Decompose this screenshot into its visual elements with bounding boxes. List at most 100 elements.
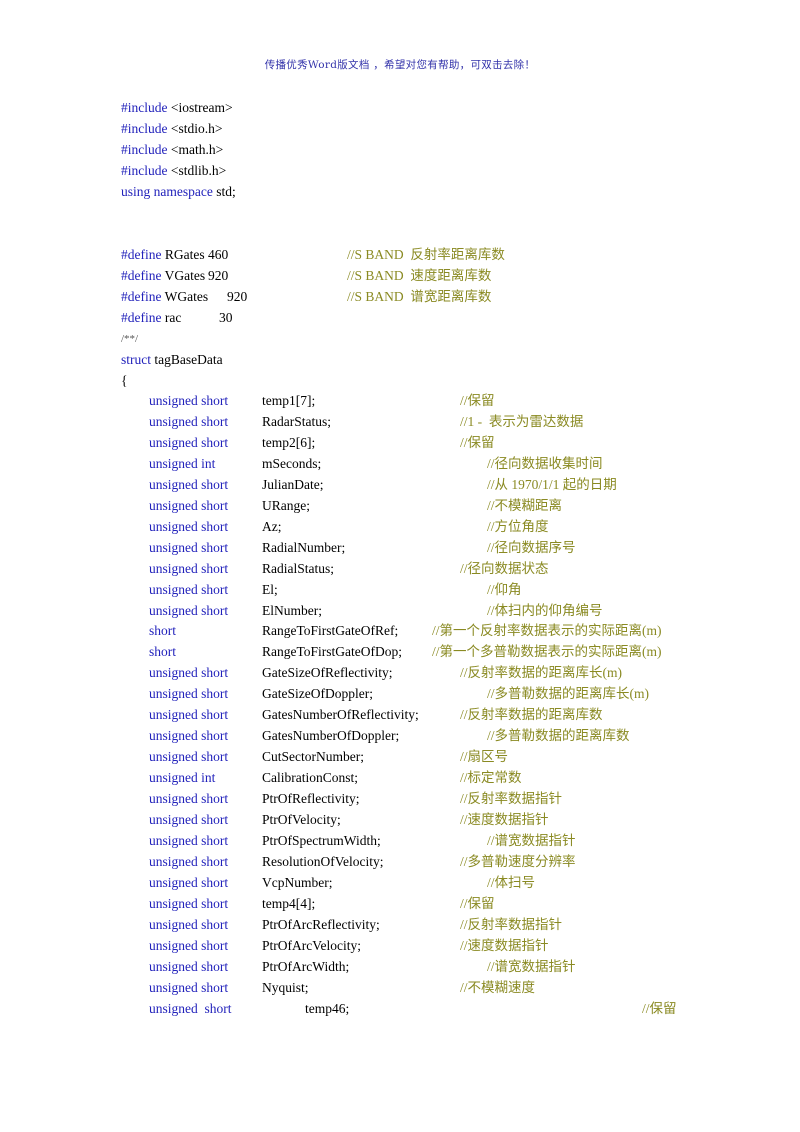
field-type: unsigned short: [149, 749, 229, 765]
field-comment: //反射率数据指针: [460, 791, 563, 807]
field-comment: //体扫内的仰角编号: [487, 602, 603, 618]
struct-field: unsigned short temp46; //保留: [0, 999, 800, 1019]
struct-field: unsigned short temp2[6]; //保留: [0, 433, 800, 453]
struct-field: unsigned short El; //仰角: [0, 580, 800, 600]
header-name: <math.h>: [167, 141, 224, 157]
field-comment: //扇区号: [460, 749, 509, 765]
field-name: Nyquist;: [262, 979, 309, 995]
field-name: PtrOfReflectivity;: [262, 791, 360, 807]
field-comment: //多普勒速度分辨率: [460, 853, 576, 869]
field-name: CalibrationConst;: [262, 770, 358, 786]
struct-field: unsigned short GateSizeOfReflectivity; //反…: [0, 663, 800, 683]
keyword: #define: [121, 247, 162, 262]
field-comment: //多普勒数据的距离库数: [487, 728, 630, 744]
field-comment: //速度数据指针: [460, 812, 549, 827]
field-comment: //仰角: [487, 581, 522, 597]
struct-field: unsigned short PtrOfVelocity; //速度数据指针: [0, 810, 800, 830]
page-header-note: 传播优秀Word版文档 ，希望对您有帮助，可双击去除！: [264, 59, 536, 71]
struct-field: unsigned short RadialStatus; //径向数据状态: [0, 559, 800, 579]
field-type: unsigned short: [149, 602, 229, 618]
field-type: short: [149, 644, 176, 660]
struct-declaration: struct tagBaseData: [121, 350, 223, 370]
struct-field: unsigned short RadialNumber; //径向数据序号: [0, 538, 800, 558]
include-line: #include <stdio.h>: [0, 119, 800, 139]
field-type: unsigned short: [149, 1000, 232, 1016]
struct-field: unsigned short PtrOfSpectrumWidth; //谱宽数据指…: [0, 831, 800, 851]
field-name: RadarStatus;: [262, 413, 331, 429]
field-type: unsigned short: [149, 791, 229, 807]
macro-value: 30: [219, 309, 233, 325]
macro-value: 920: [227, 288, 248, 304]
field-name: JulianDate;: [262, 476, 324, 492]
field-type: unsigned int: [149, 770, 216, 786]
field-type: unsigned short: [149, 476, 229, 492]
field-comment: //反射率数据的距离库长(m): [460, 665, 622, 681]
keyword: #define: [121, 267, 162, 283]
field-name: GateSizeOfReflectivity;: [262, 665, 393, 681]
field-name: PtrOfArcReflectivity;: [262, 916, 380, 932]
field-type: unsigned short: [149, 539, 229, 555]
field-comment: //反射率数据的距离库数: [460, 707, 603, 723]
field-type: unsigned short: [149, 518, 229, 534]
struct-field: unsigned short PtrOfArcReflectivity; //反射率…: [0, 915, 800, 935]
field-type: unsigned short: [149, 937, 229, 953]
macro-name: VGates: [161, 267, 206, 283]
define-line: #define WGates 920 //S BAND 谱宽距离库数: [0, 287, 800, 307]
struct-field: unsigned short temp1[7]; //保留: [0, 391, 800, 411]
keyword: #define: [121, 288, 162, 304]
field-type: unsigned short: [149, 979, 229, 995]
code-comment: //S BAND 速度距离库数: [347, 267, 492, 283]
struct-field: unsigned short GatesNumberOfDoppler; //多普勒…: [0, 726, 800, 746]
code-comment: //S BAND 谱宽距离库数: [347, 288, 492, 304]
macro-value: 920: [208, 267, 229, 283]
field-comment: //不模糊距离: [487, 497, 563, 513]
using-line: using namespace std;: [0, 182, 800, 202]
namespace-name: std;: [212, 183, 236, 199]
field-name: mSeconds;: [262, 455, 322, 471]
field-name: URange;: [262, 497, 310, 513]
field-name: RangeToFirstGateOfRef;: [262, 623, 399, 639]
field-comment: //径向数据状态: [460, 560, 549, 576]
field-comment: //反射率数据指针: [460, 916, 563, 932]
macro-name: RGates: [161, 247, 205, 262]
field-comment: //保留: [460, 895, 495, 911]
keyword: #include: [121, 141, 168, 157]
define-name: #define RGates: [121, 245, 205, 265]
field-comment: //多普勒数据的距离库长(m): [487, 686, 649, 702]
code-comment: //S BAND 反射率距离库数: [347, 247, 505, 262]
struct-field: unsigned short JulianDate; //从 1970/1/1 起的…: [0, 475, 800, 495]
define-name: #define rac: [121, 308, 181, 328]
field-type: unsigned short: [149, 812, 229, 827]
field-comment: //不模糊速度: [460, 979, 536, 995]
define-line: #define RGates 460 //S BAND 反射率距离库数: [0, 245, 800, 265]
field-comment: //径向数据收集时间: [487, 455, 603, 471]
using-statement: using namespace std;: [121, 182, 236, 202]
header-name: <stdio.h>: [167, 120, 223, 136]
struct-field: unsigned short URange; //不模糊距离: [0, 496, 800, 516]
struct-field: unsigned short RadarStatus; //1 - 表示为雷达数据: [0, 412, 800, 432]
struct-field: unsigned short VcpNumber; //体扫号: [0, 873, 800, 893]
comment-block-line: /**/: [0, 329, 800, 349]
field-comment: //标定常数: [460, 770, 522, 786]
include-line: #include <iostream>: [0, 98, 800, 118]
field-name: temp1[7];: [262, 393, 316, 408]
macro-name: rac: [161, 309, 182, 325]
field-comment: //体扫号: [487, 874, 536, 890]
struct-field: unsigned short GatesNumberOfReflectivity;…: [0, 705, 800, 725]
field-type: unsigned short: [149, 832, 229, 848]
keyword: #include: [121, 120, 168, 136]
field-name: PtrOfArcVelocity;: [262, 937, 361, 953]
brace-line: {: [0, 371, 800, 391]
field-name: ElNumber;: [262, 602, 322, 618]
struct-field: unsigned int mSeconds; //径向数据收集时间: [0, 454, 800, 474]
field-name: RadialNumber;: [262, 539, 346, 555]
define-name: #define WGates: [121, 287, 208, 307]
struct-field: unsigned int CalibrationConst; //标定常数: [0, 768, 800, 788]
field-comment: //保留: [642, 1000, 677, 1016]
field-comment: //从 1970/1/1 起的日期: [487, 476, 617, 492]
struct-field: unsigned short ElNumber; //体扫内的仰角编号: [0, 601, 800, 621]
field-name: PtrOfSpectrumWidth;: [262, 832, 381, 848]
field-name: CutSectorNumber;: [262, 749, 364, 765]
field-comment: //方位角度: [487, 518, 549, 534]
field-type: unsigned short: [149, 393, 229, 408]
